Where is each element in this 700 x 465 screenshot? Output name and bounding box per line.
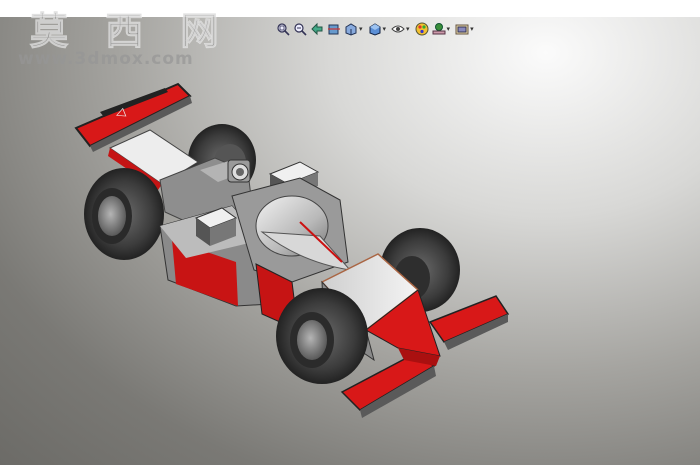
view-settings-dropdown-icon[interactable]: ▾ — [470, 22, 474, 36]
zoom-to-area-icon[interactable] — [293, 22, 307, 36]
site-watermark-title: 莫 西 网 — [29, 8, 231, 54]
previous-view-icon[interactable] — [310, 22, 324, 36]
view-orientation-icon[interactable] — [344, 22, 358, 36]
display-style-icon[interactable] — [368, 22, 382, 36]
view-orientation-dropdown-icon[interactable]: ▾ — [359, 22, 363, 36]
section-view-icon[interactable] — [327, 22, 341, 36]
air-intake — [227, 159, 251, 183]
front-left-tire — [276, 288, 368, 384]
heads-up-view-toolbar: ▾ ▾ ▾ ▾ ▾ — [276, 21, 476, 37]
apply-scene-dropdown-icon[interactable]: ▾ — [447, 22, 451, 36]
edit-appearance-icon[interactable] — [415, 22, 429, 36]
race-car-model[interactable]: ◁ — [0, 0, 700, 465]
zoom-to-fit-icon[interactable] — [276, 22, 290, 36]
hide-show-items-icon[interactable] — [391, 22, 405, 36]
site-watermark-url: www.3dmox.com — [18, 49, 194, 69]
rear-left-tire — [84, 168, 164, 260]
apply-scene-icon[interactable] — [432, 22, 446, 36]
view-settings-icon[interactable] — [455, 22, 469, 36]
display-style-dropdown-icon[interactable]: ▾ — [383, 22, 387, 36]
hide-show-dropdown-icon[interactable]: ▾ — [406, 22, 410, 36]
